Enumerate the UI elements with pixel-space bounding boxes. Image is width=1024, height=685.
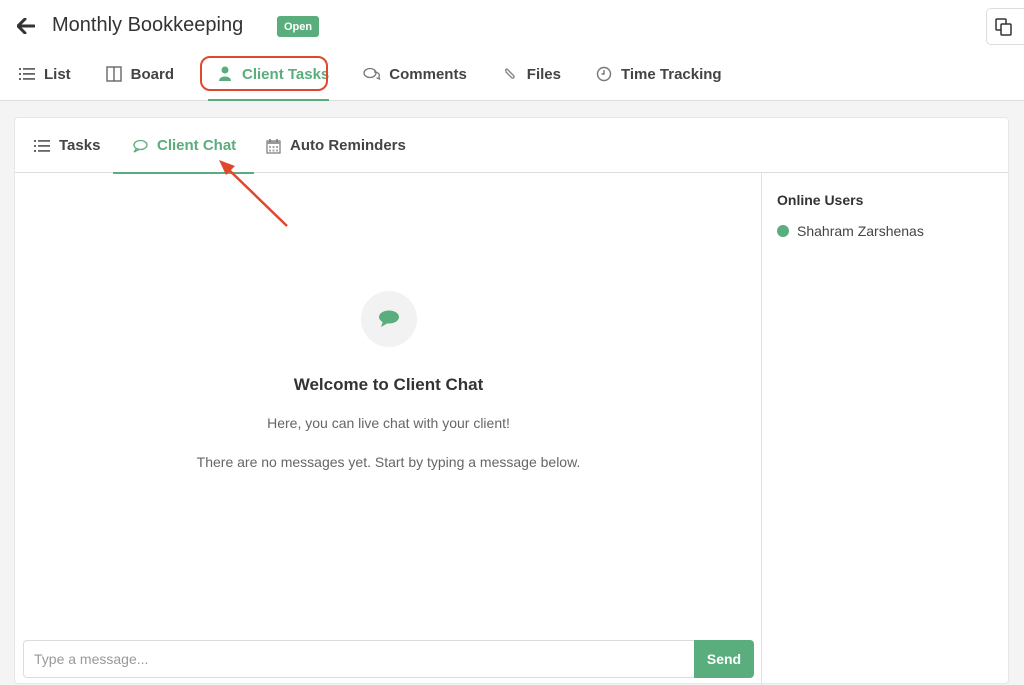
- welcome-icon-circle: [361, 291, 417, 347]
- paperclip-icon: [501, 65, 519, 83]
- back-button[interactable]: [14, 14, 38, 38]
- user-name: Shahram Zarshenas: [797, 223, 924, 239]
- subtab-tasks[interactable]: Tasks: [33, 118, 100, 173]
- clock-icon: [595, 65, 613, 83]
- send-button[interactable]: Send: [694, 640, 754, 678]
- main-tabs: List Board Client Tasks Comments Files T…: [0, 56, 722, 101]
- list-icon: [18, 65, 36, 83]
- sub-tabs: Tasks Client Chat Auto Reminders: [15, 118, 1008, 174]
- online-user-item[interactable]: Shahram Zarshenas: [777, 223, 924, 239]
- tab-comments[interactable]: Comments: [363, 56, 467, 92]
- chat-bubble-icon: [131, 137, 149, 155]
- client-tasks-panel: Tasks Client Chat Auto Reminders Welcome…: [14, 117, 1010, 685]
- online-users-panel: Online Users Shahram Zarshenas: [763, 173, 1010, 685]
- message-composer: Send: [23, 640, 754, 678]
- subtab-label: Auto Reminders: [290, 137, 406, 154]
- tab-files[interactable]: Files: [501, 56, 561, 92]
- tab-list[interactable]: List: [18, 56, 71, 92]
- board-icon: [105, 65, 123, 83]
- chat-bubble-icon: [379, 310, 399, 327]
- subtab-client-chat[interactable]: Client Chat: [112, 118, 255, 174]
- copy-button[interactable]: [986, 8, 1024, 45]
- welcome-subtitle: Here, you can live chat with your client…: [267, 415, 510, 431]
- tab-label: Files: [526, 65, 561, 83]
- arrow-left-icon: [17, 18, 35, 34]
- calendar-icon: [264, 137, 282, 155]
- tab-label: Board: [130, 65, 175, 83]
- online-status-dot: [777, 225, 789, 237]
- copy-icon: [995, 17, 1012, 36]
- empty-message: There are no messages yet. Start by typi…: [196, 454, 581, 470]
- status-badge: Open: [277, 16, 319, 37]
- subtab-label: Client Chat: [157, 137, 237, 154]
- welcome-title: Welcome to Client Chat: [293, 375, 484, 394]
- message-input[interactable]: [23, 640, 694, 678]
- tab-client-tasks[interactable]: Client Tasks: [200, 56, 330, 101]
- online-users-title: Online Users: [777, 192, 864, 208]
- subtab-label: Tasks: [59, 137, 101, 154]
- chat-area: Welcome to Client Chat Here, you can liv…: [15, 173, 762, 685]
- top-bar: Monthly Bookkeeping Open List Board Clie…: [0, 0, 1024, 101]
- page-title: Monthly Bookkeeping: [52, 14, 244, 36]
- annotation-highlight: [200, 56, 329, 91]
- tab-board[interactable]: Board: [105, 56, 174, 92]
- tab-label: List: [44, 65, 71, 83]
- subtab-auto-reminders[interactable]: Auto Reminders: [264, 118, 406, 173]
- comments-icon: [363, 65, 381, 83]
- list-icon: [33, 137, 51, 155]
- tab-time-tracking[interactable]: Time Tracking: [595, 56, 722, 92]
- tab-label: Time Tracking: [620, 65, 722, 83]
- tab-label: Comments: [389, 65, 467, 83]
